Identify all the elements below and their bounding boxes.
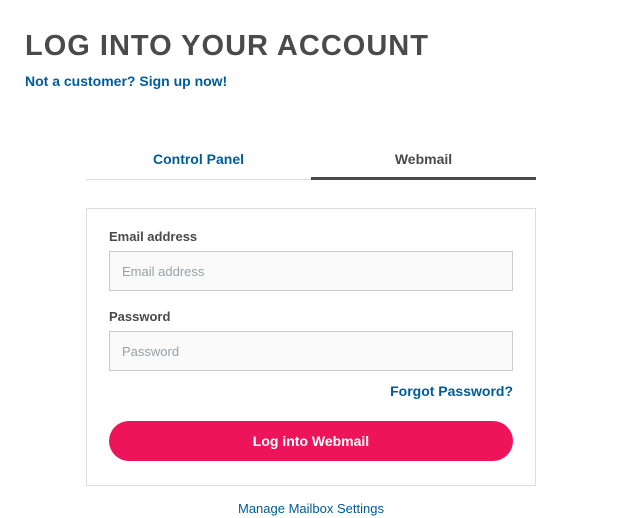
password-label: Password (109, 309, 513, 324)
tab-control-panel[interactable]: Control Panel (86, 139, 311, 179)
login-container: Control Panel Webmail Email address Pass… (86, 139, 536, 518)
page-title: LOG INTO YOUR ACCOUNT (25, 30, 597, 63)
email-field[interactable] (109, 251, 513, 291)
forgot-password-link[interactable]: Forgot Password? (390, 383, 513, 399)
tab-bar: Control Panel Webmail (86, 139, 536, 180)
signup-link[interactable]: Not a customer? Sign up now! (25, 73, 227, 89)
manage-link-row: Manage Mailbox Settings (86, 500, 536, 518)
password-field[interactable] (109, 331, 513, 371)
login-form-panel: Email address Password Forgot Password? … (86, 208, 536, 486)
forgot-row: Forgot Password? (109, 383, 513, 401)
tab-webmail[interactable]: Webmail (311, 139, 536, 179)
login-submit-button[interactable]: Log into Webmail (109, 421, 513, 461)
email-label: Email address (109, 229, 513, 244)
